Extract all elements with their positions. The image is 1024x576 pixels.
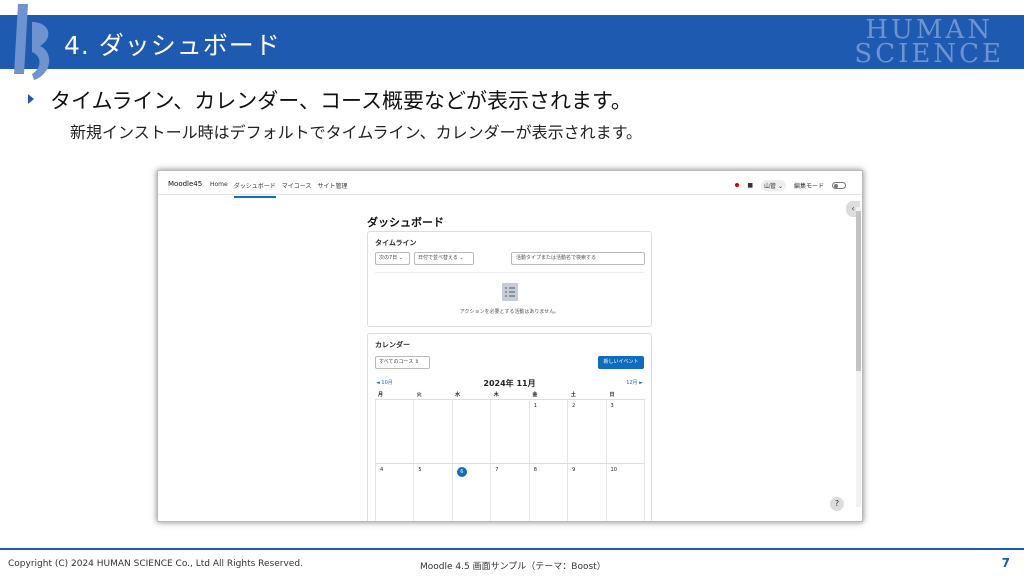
page-title: ダッシュボード — [367, 216, 444, 229]
help-button[interactable]: ? — [830, 497, 844, 511]
next-month-link[interactable]: 12月 ► — [626, 379, 643, 386]
calendar-week: 1 2 3 — [375, 400, 645, 464]
site-name[interactable]: Moodle45 — [168, 180, 202, 188]
footer-divider — [0, 548, 1024, 550]
day-header: 火 — [416, 392, 422, 398]
calendar-days-header: 月 火 水 木 金 土 日 — [375, 390, 645, 400]
calendar-day[interactable] — [491, 400, 530, 463]
calendar-course-filter[interactable]: すべてのコース ⇕ — [375, 356, 430, 369]
day-header: 水 — [455, 392, 461, 398]
footer-subtitle: Moodle 4.5 画面サンプル（テーマ：Boost） — [420, 562, 606, 572]
calendar-heading: カレンダー — [375, 341, 410, 349]
timeline-empty-text: アクションを必要とする活動はありません。 — [459, 309, 560, 315]
calendar-day[interactable]: 3 — [607, 400, 645, 463]
calendar-day[interactable]: 1 — [530, 400, 569, 463]
slide-title: 4. ダッシュボード — [64, 31, 281, 60]
nav-dashboard[interactable]: ダッシュボード — [233, 181, 276, 198]
timeline-day-filter[interactable]: 次の7日 ⌄ — [375, 252, 410, 265]
day-header: 日 — [609, 392, 615, 398]
bullet-arrow-icon — [28, 94, 34, 104]
day-header: 土 — [570, 392, 576, 398]
calendar-day[interactable]: 8 — [530, 464, 569, 521]
moodle-screenshot: Moodle45 Home ダッシュボード マイコース サイト管理 ■ 山管 ⌄… — [157, 170, 863, 522]
nav-my-courses[interactable]: マイコース — [282, 181, 312, 198]
new-event-button[interactable]: 新しいイベント — [598, 356, 644, 369]
calendar-day[interactable] — [453, 400, 492, 463]
user-menu[interactable]: 山管 ⌄ — [761, 180, 786, 191]
notification-badge-icon — [735, 183, 740, 187]
divider — [375, 272, 644, 273]
calendar-day[interactable]: 9 — [568, 464, 607, 521]
message-icon[interactable]: ■ — [747, 182, 753, 189]
calendar-grid: 月 火 水 木 金 土 日 1 2 3 4 5 6 7 8 9 10 — [375, 390, 645, 521]
calendar-block: カレンダー すべてのコース ⇕ 新しいイベント ◄ 10月 2024年 11月 … — [367, 333, 652, 521]
edit-mode-toggle[interactable] — [832, 182, 846, 189]
timeline-block: タイムライン 次の7日 ⌄ 日付で並べ替える ⌄ 活動タイプまたは活動名で検索す… — [367, 231, 652, 327]
scrollbar-thumb[interactable] — [856, 211, 861, 371]
brand-line-2: SCIENCE — [854, 39, 1004, 69]
brand-logo-text: HUMAN SCIENCE — [854, 17, 1004, 69]
nav-site-admin[interactable]: サイト管理 — [317, 181, 347, 198]
empty-timeline-icon — [502, 283, 518, 301]
user-name: 山管 — [764, 183, 777, 190]
notification-icon[interactable] — [735, 182, 740, 189]
calendar-course-filter-value: すべてのコース — [379, 359, 414, 365]
calendar-day[interactable]: 7 — [491, 464, 530, 521]
timeline-sort-select[interactable]: 日付で並べ替える ⌄ — [414, 252, 474, 265]
user-controls: ■ 山管 ⌄ 編集モード — [735, 180, 846, 191]
calendar-day[interactable]: 10 — [607, 464, 645, 521]
company-logo-mark — [14, 4, 50, 80]
calendar-day[interactable]: 4 — [375, 464, 415, 521]
calendar-day-today[interactable]: 6 — [453, 464, 492, 521]
timeline-search-input[interactable]: 活動タイプまたは活動名で検索する — [511, 252, 645, 265]
primary-nav: Home ダッシュボード マイコース サイト管理 — [210, 181, 347, 198]
today-marker: 6 — [456, 467, 467, 477]
edit-mode-label: 編集モード — [793, 183, 824, 190]
moodle-navbar: Moodle45 Home ダッシュボード マイコース サイト管理 ■ 山管 ⌄… — [158, 171, 862, 198]
timeline-sort-value: 日付で並べ替える — [418, 255, 458, 261]
day-header: 月 — [378, 392, 384, 398]
timeline-heading: タイムライン — [375, 239, 417, 247]
calendar-day[interactable]: 2 — [568, 400, 607, 463]
calendar-day[interactable] — [375, 400, 415, 463]
nav-home[interactable]: Home — [210, 181, 228, 198]
calendar-day[interactable]: 5 — [414, 464, 453, 521]
calendar-day[interactable] — [414, 400, 453, 463]
day-header: 金 — [532, 392, 538, 398]
calendar-month-title: 2024年 11月 — [483, 379, 536, 388]
calendar-week: 4 5 6 7 8 9 10 — [375, 464, 645, 521]
timeline-day-filter-value: 次の7日 — [379, 255, 398, 261]
bullet-text: タイムライン、カレンダー、コース概要などが表示されます。 — [50, 89, 632, 113]
copyright-text: Copyright (C) 2024 HUMAN SCIENCE Co., Lt… — [8, 559, 303, 569]
sub-text: 新規インストール時はデフォルトでタイムライン、カレンダーが表示されます。 — [70, 123, 643, 142]
page-number: 7 — [1001, 556, 1010, 570]
day-header: 木 — [493, 392, 499, 398]
